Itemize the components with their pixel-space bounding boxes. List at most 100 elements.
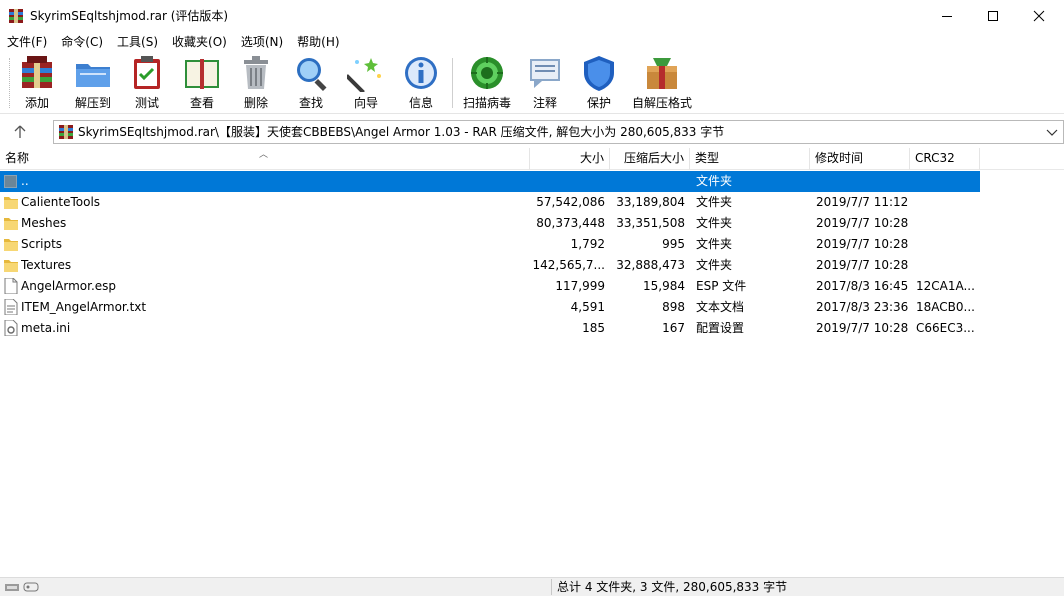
cell-type: ESP 文件 — [696, 279, 747, 293]
menu-command[interactable]: 命令(C) — [54, 32, 110, 52]
cell-name: CalienteTools — [21, 195, 101, 209]
cell-crc32 — [916, 234, 978, 255]
folder-icon — [4, 236, 18, 252]
path-field[interactable]: SkyrimSEqltshjmod.rar\【服装】天使套CBBEBS\Ange… — [53, 120, 1064, 144]
table-row[interactable]: .. 文件夹 — [0, 171, 980, 192]
file-icon — [4, 277, 18, 295]
cell-modified: 2019/7/7 10:28 — [816, 258, 908, 272]
table-row[interactable]: Scripts 1,792 995 文件夹 2019/7/7 10:28 — [0, 234, 980, 255]
add-label: 添加 — [24, 96, 49, 110]
protect-label: 保护 — [586, 96, 611, 110]
folder-icon — [4, 215, 18, 231]
virus-scan-icon — [471, 57, 503, 89]
cell-packed-size: 15,984 — [643, 279, 685, 293]
cell-packed-size: 33,351,508 — [616, 216, 685, 230]
cell-packed-size: 995 — [662, 237, 685, 251]
status-summary: 总计 4 文件夹, 3 文件, 280,605,833 字节 — [557, 580, 788, 594]
cell-type: 文件夹 — [696, 237, 733, 251]
cell-name: AngelArmor.esp — [21, 279, 117, 293]
cell-name: meta.ini — [21, 321, 71, 335]
minimize-icon — [942, 16, 952, 17]
minimize-button[interactable] — [924, 0, 970, 32]
cell-type: 文件夹 — [696, 195, 733, 209]
table-row[interactable]: Textures 142,565,7... 32,888,473 文件夹 2019/7/… — [0, 255, 980, 276]
column-packed-size[interactable]: 压缩后大小 — [610, 148, 690, 170]
view-label: 查看 — [189, 96, 214, 110]
info-button[interactable]: 信息 — [402, 54, 440, 112]
info-icon — [405, 57, 437, 89]
cell-crc32 — [916, 255, 978, 276]
menu-file[interactable]: 文件(F) — [0, 32, 54, 52]
comment-label: 注释 — [532, 96, 557, 110]
test-button[interactable]: 测试 — [128, 54, 166, 112]
extract-to-button[interactable]: 解压到 — [71, 54, 115, 112]
cell-modified: 2019/7/7 11:12 — [816, 195, 908, 209]
cell-size: 57,542,086 — [536, 195, 605, 209]
path-text: SkyrimSEqltshjmod.rar\【服装】天使套CBBEBS\Ange… — [78, 125, 725, 139]
cell-packed-size — [610, 171, 685, 192]
cell-type: 文本文档 — [696, 300, 745, 314]
column-crc32[interactable]: CRC32 — [910, 148, 980, 170]
trash-icon — [244, 56, 268, 89]
sfx-button[interactable]: 自解压格式 — [632, 54, 692, 112]
column-modified[interactable]: 修改时间 — [810, 148, 910, 170]
close-icon — [1033, 10, 1045, 22]
cell-size: 4,591 — [570, 300, 605, 314]
delete-button[interactable]: 删除 — [237, 54, 275, 112]
cell-modified: 2017/8/3 23:36 — [816, 300, 908, 314]
table-row[interactable]: Meshes 80,373,448 33,351,508 文件夹 2019/7/7 10… — [0, 213, 980, 234]
extract-to-label: 解压到 — [74, 96, 111, 110]
find-label: 查找 — [298, 96, 323, 110]
cell-modified: 2017/8/3 16:45 — [816, 279, 908, 293]
cell-crc32 — [916, 192, 978, 213]
status-bar: 总计 4 文件夹, 3 文件, 280,605,833 字节 — [0, 577, 1064, 596]
cell-type: 文件夹 — [696, 174, 733, 188]
table-row[interactable]: CalienteTools 57,542,086 33,189,804 文件夹 2019… — [0, 192, 980, 213]
find-button[interactable]: 查找 — [292, 54, 330, 112]
shield-icon — [584, 56, 614, 91]
toolbar-grip — [9, 58, 12, 108]
cell-modified: 2019/7/7 10:28 — [816, 237, 908, 251]
delete-label: 删除 — [243, 96, 268, 110]
cell-crc32: 12CA1A... — [916, 279, 975, 293]
cell-crc32: C66EC3... — [916, 321, 975, 335]
parent-folder-icon — [4, 173, 18, 189]
maximize-button[interactable] — [970, 0, 1016, 32]
comment-button[interactable]: 注释 — [526, 54, 564, 112]
title-bar: SkyrimSEqltshjmod.rar (评估版本) — [0, 0, 1064, 32]
menu-options[interactable]: 选项(N) — [234, 32, 290, 52]
menu-favorites[interactable]: 收藏夹(O) — [165, 32, 234, 52]
table-row[interactable]: ITEM_AngelArmor.txt 4,591 898 文本文档 2017/8/3 … — [0, 297, 980, 318]
add-button[interactable]: 添加 — [18, 54, 56, 112]
protect-button[interactable]: 保护 — [580, 54, 618, 112]
column-size[interactable]: 大小 — [530, 148, 610, 170]
table-row[interactable]: AngelArmor.esp 117,999 15,984 ESP 文件 2017/8/… — [0, 276, 980, 297]
view-button[interactable]: 查看 — [180, 54, 224, 112]
menu-help[interactable]: 帮助(H) — [290, 32, 346, 52]
magnifier-icon — [297, 58, 327, 92]
menu-tools[interactable]: 工具(S) — [110, 32, 165, 52]
cell-crc32 — [916, 213, 978, 234]
address-bar: SkyrimSEqltshjmod.rar\【服装】天使套CBBEBS\Ange… — [0, 116, 1064, 148]
info-label: 信息 — [408, 96, 433, 110]
text-file-icon — [4, 298, 18, 316]
wizard-label: 向导 — [353, 96, 378, 110]
column-type[interactable]: 类型 — [690, 148, 810, 170]
wizard-button[interactable]: 向导 — [347, 54, 385, 112]
add-archive-icon — [22, 56, 52, 88]
up-arrow-icon[interactable] — [12, 124, 28, 140]
archive-path-icon — [59, 125, 73, 139]
window-title: SkyrimSEqltshjmod.rar (评估版本) — [30, 9, 229, 23]
cell-packed-size: 32,888,473 — [616, 258, 685, 272]
virus-scan-button[interactable]: 扫描病毒 — [462, 54, 512, 112]
sfx-label: 自解压格式 — [632, 96, 693, 110]
cell-modified: 2019/7/7 10:28 — [816, 321, 908, 335]
sfx-box-icon — [647, 58, 677, 89]
status-divider — [551, 579, 552, 595]
cell-packed-size: 898 — [662, 300, 685, 314]
table-row[interactable]: meta.ini 185 167 配置设置 2019/7/7 10:28 C66EC3..… — [0, 318, 980, 339]
cell-size: 142,565,7... — [532, 258, 605, 272]
close-button[interactable] — [1016, 0, 1062, 32]
chevron-down-icon[interactable] — [1045, 125, 1059, 139]
cell-size: 1,792 — [570, 237, 605, 251]
